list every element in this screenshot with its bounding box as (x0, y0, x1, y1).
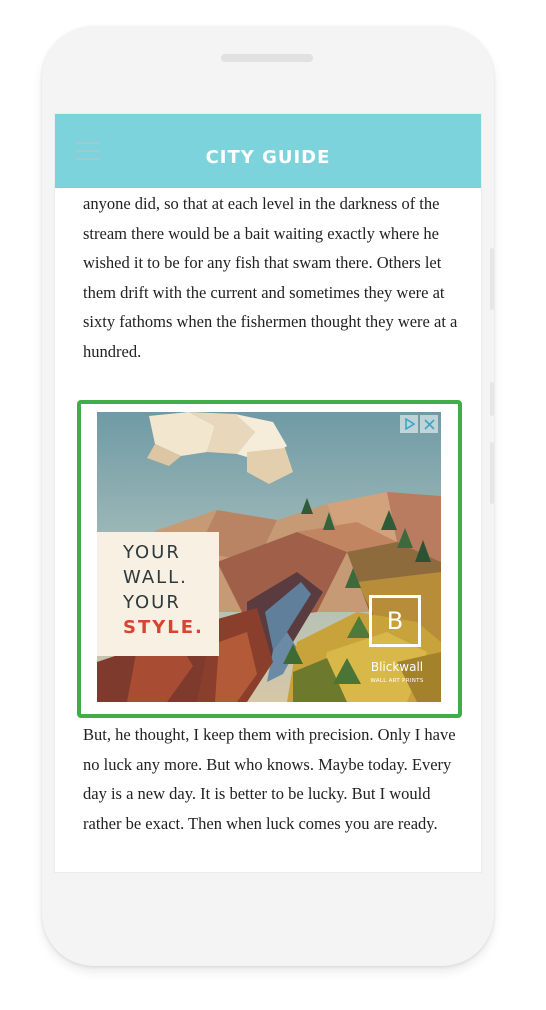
ad-headline-line: YOUR (123, 592, 181, 613)
ad-headline-panel: YOUR WALL. YOUR STYLE. (97, 532, 219, 656)
ad-headline-accent: STYLE. (123, 617, 204, 638)
device-mockup-stage: CITY GUIDE anyone did, so that at each l… (0, 0, 546, 1010)
ad-brand-name: Blickwall (370, 660, 424, 674)
phone-screen: CITY GUIDE anyone did, so that at each l… (55, 114, 481, 872)
brand-logo-icon: B (369, 595, 421, 647)
ad-highlight-frame: YOUR WALL. YOUR STYLE. B Blickwall WALL … (77, 400, 462, 718)
phone-side-button-middle (490, 382, 494, 416)
close-icon[interactable] (420, 415, 438, 433)
ad-badges (400, 415, 438, 433)
ad-headline-line: YOUR (123, 542, 181, 563)
ad-headline-line: WALL. (123, 567, 188, 588)
article-paragraph: anyone did, so that at each level in the… (83, 194, 458, 361)
article-paragraph: But, he thought, I keep them with precis… (83, 725, 456, 833)
banner-ad[interactable]: YOUR WALL. YOUR STYLE. B Blickwall WALL … (97, 412, 441, 702)
brand-logo-letter: B (386, 607, 404, 635)
hamburger-menu-icon[interactable] (75, 140, 99, 162)
phone-side-button-upper (490, 248, 494, 310)
phone-speaker (221, 54, 313, 62)
adchoices-icon[interactable] (400, 415, 418, 433)
ad-tagline: WALL ART PRINTS (370, 678, 424, 684)
phone-side-button-lower (490, 442, 494, 504)
app-header: CITY GUIDE (55, 114, 481, 188)
app-title: CITY GUIDE (205, 147, 331, 168)
